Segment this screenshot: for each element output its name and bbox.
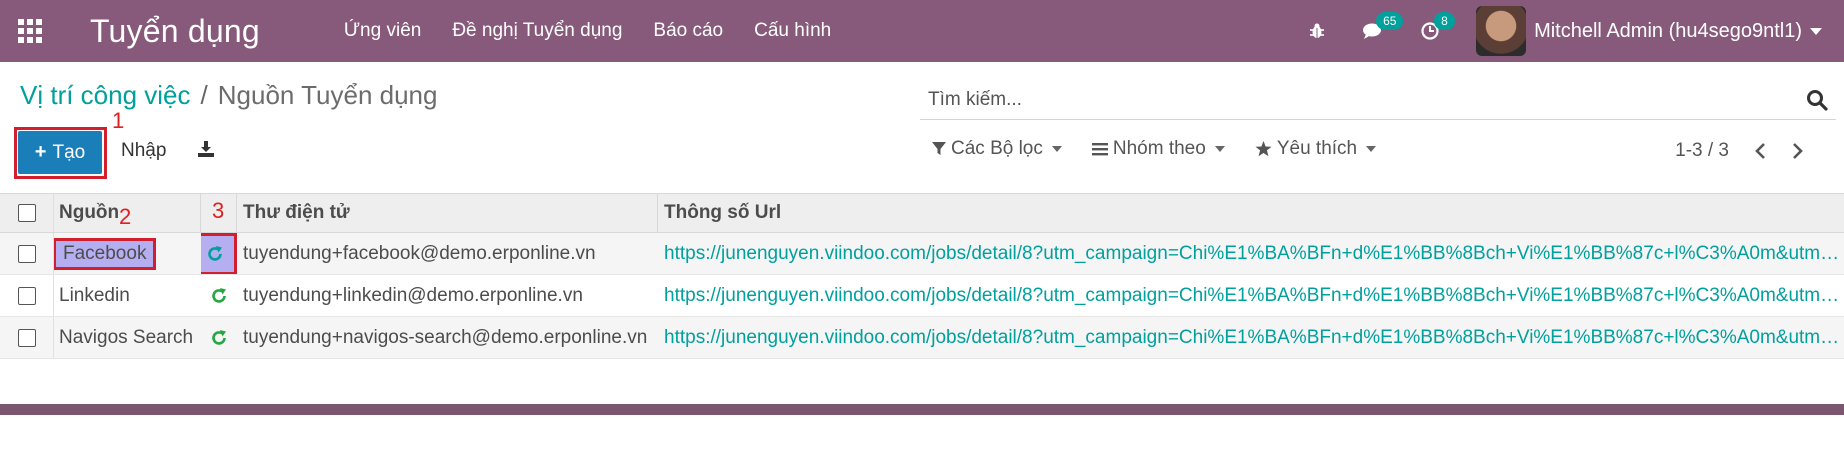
chevron-down-icon — [1366, 146, 1377, 152]
activity-badge: 8 — [1434, 12, 1455, 30]
chevron-down-icon[interactable] — [1810, 27, 1822, 35]
row-checkbox-cell — [0, 275, 54, 316]
column-header-email[interactable]: Thư điện tử — [237, 194, 658, 232]
breadcrumb-separator: / — [200, 80, 208, 110]
group-by-dropdown[interactable]: Nhóm theo — [1091, 138, 1225, 160]
pager-value[interactable]: 1-3 / 3 — [1675, 140, 1729, 162]
url-cell[interactable]: https://junenguyen.viindoo.com/jobs/deta… — [658, 233, 1844, 274]
filters-dropdown[interactable]: Các Bộ lọc — [932, 138, 1062, 160]
refresh-button[interactable] — [201, 317, 237, 358]
download-icon[interactable] — [197, 140, 215, 163]
row-checkbox[interactable] — [17, 286, 36, 305]
url-link[interactable]: https://junenguyen.viindoo.com/jobs/deta… — [664, 327, 1840, 349]
apps-menu-icon[interactable] — [0, 0, 60, 62]
filters-label: Các Bộ lọc — [951, 138, 1043, 159]
chat-icon[interactable]: 65 — [1362, 12, 1404, 41]
favorites-label: Yêu thích — [1276, 138, 1358, 159]
menu-item-configuration[interactable]: Cấu hình — [754, 20, 831, 42]
email-value: tuyendung+navigos-search@demo.erponline.… — [243, 326, 648, 348]
table-row[interactable]: Facebook tuyendung+facebook@demo.erponli… — [0, 233, 1844, 275]
url-cell[interactable]: https://junenguyen.viindoo.com/jobs/deta… — [658, 317, 1844, 358]
search-options: Các Bộ lọc Nhóm theo Yêu thích — [932, 138, 1406, 160]
refresh-cell — [201, 233, 237, 274]
breadcrumb-parent[interactable]: Vị trí công việc — [20, 80, 191, 110]
import-button[interactable]: Nhập — [121, 140, 166, 162]
search-input[interactable] — [920, 82, 1780, 118]
user-avatar[interactable] — [1476, 6, 1527, 56]
annotation-number-2: 2 — [119, 204, 132, 229]
email-cell: tuyendung+facebook@demo.erponline.vn — [237, 233, 658, 274]
row-checkbox[interactable] — [17, 328, 36, 347]
source-cell[interactable]: Linkedin — [54, 275, 201, 316]
table-row[interactable]: Linkedin tuyendung+linkedin@demo.erponli… — [0, 275, 1844, 317]
url-cell[interactable]: https://junenguyen.viindoo.com/jobs/deta… — [658, 275, 1844, 316]
footer-bar — [0, 404, 1844, 415]
list-icon — [1091, 143, 1108, 156]
email-cell: tuyendung+navigos-search@demo.erponline.… — [237, 317, 658, 358]
menu-item-applicants[interactable]: Ứng viên — [344, 20, 422, 42]
column-header-source-label: Nguồn — [59, 202, 120, 223]
url-link[interactable]: https://junenguyen.viindoo.com/jobs/deta… — [664, 285, 1840, 307]
source-name[interactable]: Facebook — [54, 237, 157, 270]
refresh-button[interactable] — [201, 275, 237, 316]
source-name[interactable]: Linkedin — [59, 285, 130, 307]
source-name[interactable]: Navigos Search — [59, 327, 193, 349]
select-all-cell — [0, 194, 54, 232]
menu-item-job-offers[interactable]: Đề nghị Tuyển dụng — [452, 20, 622, 42]
table-header: Nguồn Thư điện tử Thông số Url — [0, 193, 1844, 233]
group-by-label: Nhóm theo — [1112, 138, 1206, 159]
chevron-down-icon — [1214, 146, 1225, 152]
refresh-icon — [212, 287, 226, 303]
breadcrumb: Vị trí công việc / Nguồn Tuyển dụng — [20, 80, 437, 111]
activity-clock-icon[interactable]: 8 — [1420, 12, 1455, 41]
main-menu: Ứng viên Đề nghị Tuyển dụng Báo cáo Cấu … — [344, 20, 862, 42]
search-icon[interactable] — [1806, 89, 1828, 116]
row-checkbox[interactable] — [17, 244, 36, 263]
chat-badge: 65 — [1376, 12, 1404, 30]
chevron-down-icon — [1051, 146, 1062, 152]
annotation-number-3: 3 — [212, 198, 225, 223]
source-cell[interactable]: Navigos Search — [54, 317, 201, 358]
debug-icon[interactable] — [1308, 22, 1326, 40]
app-title[interactable]: Tuyển dụng — [90, 13, 260, 50]
chevron-right-icon[interactable] — [1790, 142, 1804, 165]
chevron-left-icon[interactable] — [1754, 142, 1768, 165]
annotation-number-1: 1 — [112, 108, 125, 133]
list-table: Nguồn Thư điện tử Thông số Url Facebook … — [0, 193, 1844, 359]
email-value: tuyendung+facebook@demo.erponline.vn — [243, 242, 596, 264]
email-value: tuyendung+linkedin@demo.erponline.vn — [243, 284, 583, 306]
select-all-checkbox[interactable] — [17, 204, 36, 222]
search-box — [920, 82, 1836, 120]
favorites-dropdown[interactable]: Yêu thích — [1255, 138, 1377, 160]
url-link[interactable]: https://junenguyen.viindoo.com/jobs/deta… — [664, 243, 1840, 265]
source-cell[interactable]: Facebook — [54, 233, 201, 274]
user-menu[interactable]: Mitchell Admin (hu4sego9ntl1) — [1534, 20, 1802, 43]
menu-item-reports[interactable]: Báo cáo — [653, 20, 723, 42]
refresh-icon — [208, 245, 222, 261]
table-row[interactable]: Navigos Search tuyendung+navigos-search@… — [0, 317, 1844, 359]
annotation-box-create — [14, 127, 107, 179]
filter-icon — [932, 142, 946, 155]
row-checkbox-cell — [0, 233, 54, 274]
top-navbar: Tuyển dụng Ứng viên Đề nghị Tuyển dụng B… — [0, 0, 1844, 62]
star-icon — [1255, 141, 1272, 157]
refresh-button[interactable] — [201, 233, 237, 274]
refresh-icon — [212, 329, 226, 345]
row-checkbox-cell — [0, 317, 54, 358]
email-cell: tuyendung+linkedin@demo.erponline.vn — [237, 275, 658, 316]
column-header-url[interactable]: Thông số Url — [658, 194, 1844, 232]
page-title: Nguồn Tuyển dụng — [217, 80, 438, 110]
